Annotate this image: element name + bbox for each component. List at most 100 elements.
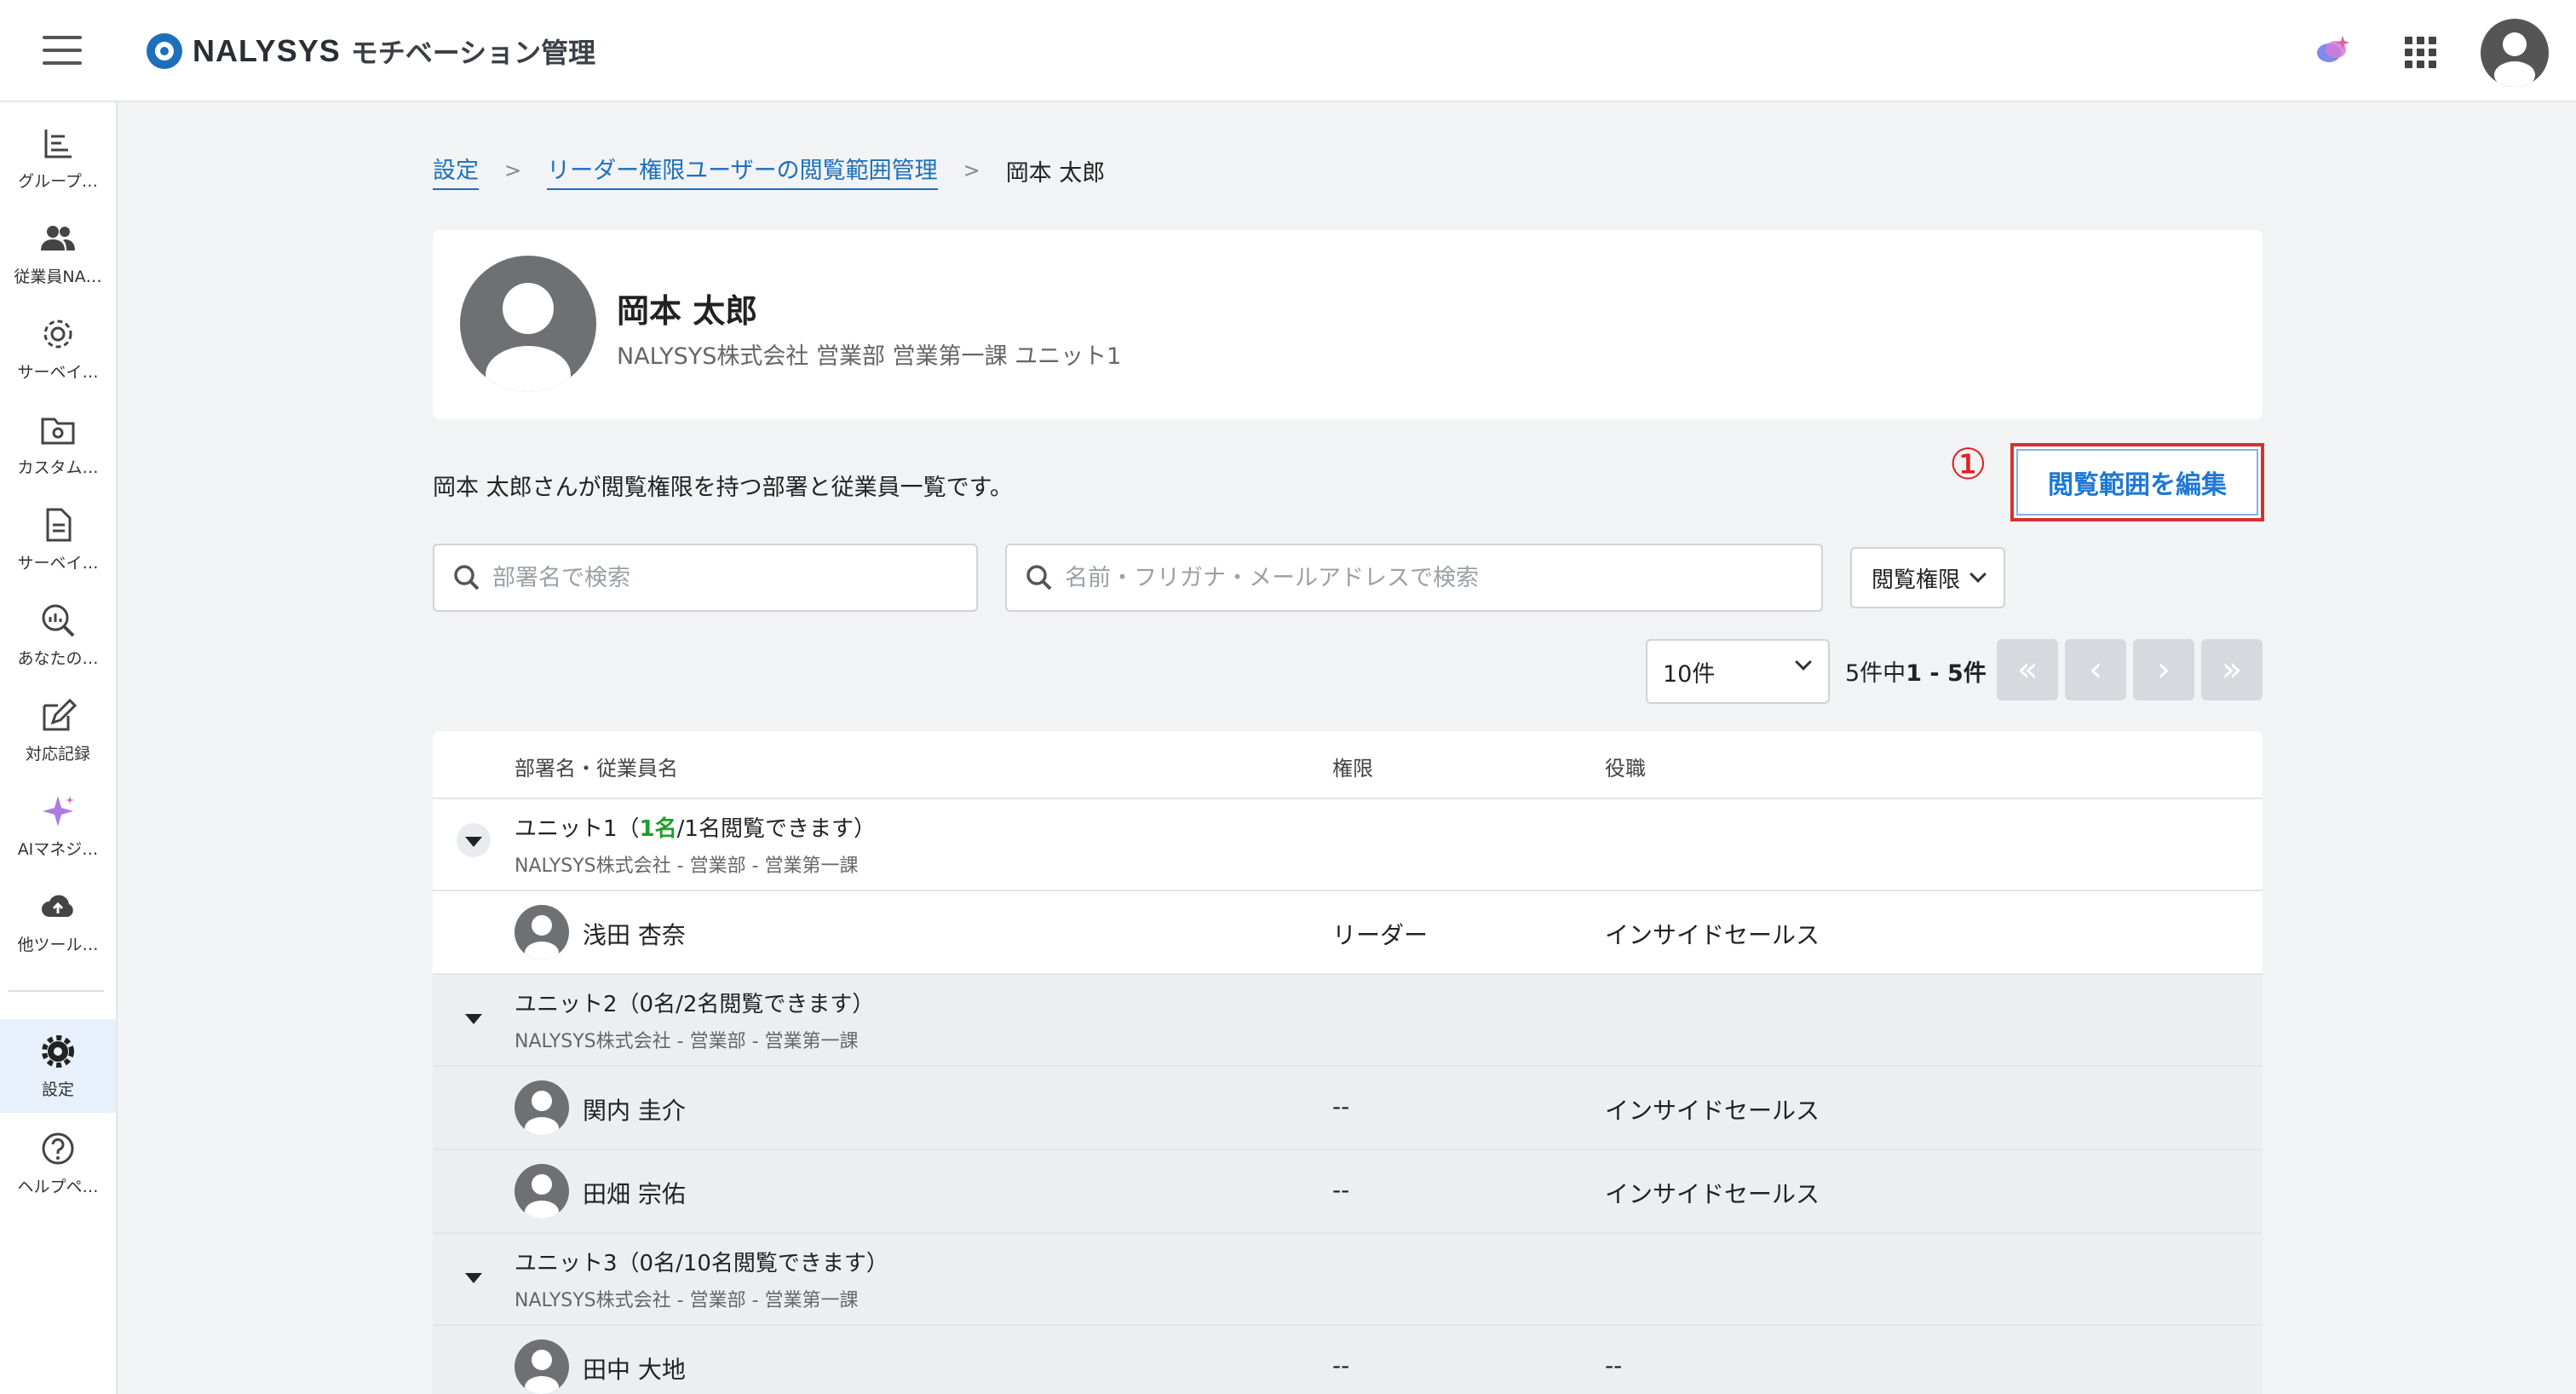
employee-role: リーダー bbox=[1332, 921, 1429, 949]
column-header-role: 権限 bbox=[1332, 757, 1373, 781]
caret-down-icon[interactable] bbox=[465, 1014, 482, 1024]
employee-name: 田畑 宗佑 bbox=[583, 1180, 686, 1208]
menu-icon[interactable] bbox=[43, 36, 82, 66]
breadcrumb-settings[interactable]: 設定 bbox=[433, 152, 479, 190]
sidebar-item-survey[interactable]: サーベイ… bbox=[0, 310, 116, 395]
sidebar-item-label: カスタム… bbox=[17, 458, 99, 477]
employee-role: -- bbox=[1332, 1176, 1350, 1204]
chevron-down-icon bbox=[1969, 566, 1987, 583]
group-row[interactable]: ユニット2（0名/2名閲覧できます） NALYSYS株式会社 - 営業部 - 営… bbox=[433, 973, 2263, 1065]
chevron-right-icon: › bbox=[2157, 650, 2171, 689]
column-header-name: 部署名・従業員名 bbox=[515, 757, 678, 781]
page-range: 1 - 5件 bbox=[1906, 660, 1987, 687]
group-title: ユニット1（1名/1名閲覧できます） bbox=[515, 811, 876, 843]
cloud-upload-icon bbox=[42, 895, 73, 917]
sidebar-item-other-tools[interactable]: 他ツール… bbox=[0, 883, 116, 968]
top-bar: NALYSYS モチベーション管理 bbox=[0, 0, 2576, 102]
breadcrumb-current: 岡本 太郎 bbox=[1005, 159, 1106, 187]
group-path: NALYSYS株式会社 - 営業部 - 営業第一課 bbox=[515, 1290, 859, 1311]
profile-avatar bbox=[460, 256, 596, 392]
employee-search-input[interactable] bbox=[1065, 564, 1703, 591]
employee-name: 浅田 杏奈 bbox=[583, 921, 686, 949]
first-page-button[interactable]: « bbox=[1997, 639, 2058, 700]
department-search-input[interactable] bbox=[492, 564, 912, 591]
sidebar-item-survey-doc[interactable]: サーベイ… bbox=[0, 501, 116, 586]
page-info: 5件中1 - 5件 bbox=[1845, 654, 1987, 688]
table-row[interactable]: 田畑 宗佑 -- インサイドセールス bbox=[433, 1149, 2263, 1232]
scope-table: 部署名・従業員名 権限 役職 ユニット1（1名/1名閲覧できます） NALYSY… bbox=[433, 731, 2263, 1394]
sidebar: グループ… 従業員NA… サーベイ… カスタム… サーベイ… あなたの… 対応記… bbox=[0, 102, 118, 1394]
employee-search[interactable] bbox=[1005, 544, 1823, 612]
employee-title: インサイドセールス bbox=[1605, 1097, 1820, 1125]
breadcrumb-separator-icon: > bbox=[963, 158, 980, 182]
help-icon bbox=[42, 1132, 74, 1165]
app-logo[interactable]: NALYSYS モチベーション管理 bbox=[147, 27, 595, 75]
employee-avatar bbox=[515, 905, 569, 959]
double-chevron-right-icon: » bbox=[2221, 650, 2243, 689]
app-name: モチベーション管理 bbox=[350, 37, 596, 69]
page-description: 岡本 太郎さんが閲覧権限を持つ部署と従業員一覧です。 bbox=[433, 475, 1013, 501]
people-icon bbox=[41, 226, 75, 251]
group-path: NALYSYS株式会社 - 営業部 - 営業第一課 bbox=[515, 1031, 859, 1052]
sidebar-item-label: AIマネジ… bbox=[17, 840, 99, 859]
sidebar-item-label: 設定 bbox=[41, 1080, 74, 1099]
employee-avatar bbox=[515, 1164, 569, 1218]
employee-name: 関内 圭介 bbox=[583, 1097, 686, 1125]
folder-gear-icon bbox=[41, 418, 75, 445]
group-row[interactable]: ユニット3（0名/10名閲覧できます） NALYSYS株式会社 - 営業部 - … bbox=[433, 1232, 2263, 1324]
chevron-left-icon: ‹ bbox=[2089, 650, 2102, 689]
employee-avatar bbox=[515, 1339, 569, 1394]
prev-page-button[interactable]: ‹ bbox=[2065, 639, 2126, 700]
sidebar-item-settings[interactable]: 設定 bbox=[0, 1019, 116, 1113]
column-header-title: 役職 bbox=[1605, 757, 1646, 781]
sidebar-item-custom[interactable]: カスタム… bbox=[0, 406, 116, 491]
search-icon bbox=[1026, 565, 1052, 590]
permission-filter-dropdown[interactable]: 閲覧権限 bbox=[1850, 547, 2005, 608]
employee-role: -- bbox=[1332, 1351, 1350, 1380]
sidebar-item-ai[interactable]: AIマネジ… bbox=[0, 787, 116, 873]
profile-organization: NALYSYS株式会社 営業部 営業第一課 ユニット1 bbox=[617, 343, 1122, 370]
employee-avatar bbox=[515, 1080, 569, 1135]
nalysys-logo-icon bbox=[147, 33, 182, 69]
app-grid-icon[interactable] bbox=[2399, 31, 2440, 72]
employee-title: インサイドセールス bbox=[1605, 1180, 1820, 1208]
sidebar-item-label: グループ… bbox=[18, 172, 98, 191]
user-avatar[interactable] bbox=[2481, 19, 2549, 87]
sidebar-item-label: サーベイ… bbox=[17, 554, 99, 573]
group-title: ユニット3（0名/10名閲覧できます） bbox=[515, 1251, 888, 1276]
permission-filter-label: 閲覧権限 bbox=[1871, 567, 1960, 593]
sidebar-item-label: ヘルプペ… bbox=[17, 1178, 99, 1196]
page-total: 5件中 bbox=[1845, 660, 1906, 687]
table-row[interactable]: 浅田 杏奈 リーダー インサイドセールス bbox=[433, 890, 2263, 973]
profile-name: 岡本 太郎 bbox=[617, 292, 758, 330]
breadcrumb-leader-scope[interactable]: リーダー権限ユーザーの閲覧範囲管理 bbox=[547, 152, 938, 190]
profile-card: 岡本 太郎 NALYSYS株式会社 営業部 営業第一課 ユニット1 bbox=[433, 230, 2263, 419]
list-chart-icon bbox=[44, 130, 72, 158]
sidebar-item-employee[interactable]: 従業員NA… bbox=[0, 215, 116, 300]
sidebar-item-yours[interactable]: あなたの… bbox=[0, 596, 116, 682]
edit-scope-button[interactable]: 閲覧範囲を編集 bbox=[2010, 443, 2264, 521]
sidebar-item-group[interactable]: グループ… bbox=[0, 119, 116, 204]
next-page-button[interactable]: › bbox=[2133, 639, 2194, 700]
sidebar-item-label: 他ツール… bbox=[17, 936, 99, 954]
search-chart-icon bbox=[42, 604, 75, 637]
caret-down-icon[interactable] bbox=[465, 1273, 482, 1283]
sidebar-item-help[interactable]: ヘルプペ… bbox=[0, 1125, 116, 1210]
sparkle-icon bbox=[43, 796, 74, 827]
chevron-down-icon bbox=[1795, 654, 1812, 671]
sidebar-item-records[interactable]: 対応記録 bbox=[0, 692, 116, 777]
last-page-button[interactable]: » bbox=[2201, 639, 2263, 700]
chat-icon[interactable] bbox=[2312, 31, 2353, 72]
employee-title: -- bbox=[1605, 1351, 1623, 1380]
department-search[interactable] bbox=[433, 544, 978, 612]
sidebar-item-label: あなたの… bbox=[17, 649, 99, 668]
table-row[interactable]: 関内 圭介 -- インサイドセールス bbox=[433, 1065, 2263, 1149]
employee-name: 田中 大地 bbox=[583, 1356, 686, 1384]
document-icon bbox=[46, 508, 72, 542]
group-row[interactable]: ユニット1（1名/1名閲覧できます） NALYSYS株式会社 - 営業部 - 営… bbox=[433, 798, 2263, 890]
sidebar-item-label: サーベイ… bbox=[17, 363, 99, 382]
table-row[interactable]: 田中 大地 -- -- bbox=[433, 1324, 2263, 1394]
sidebar-item-label: 対応記録 bbox=[25, 745, 90, 763]
per-page-select[interactable]: 10件 bbox=[1646, 639, 1830, 704]
per-page-value: 10件 bbox=[1663, 660, 1716, 688]
